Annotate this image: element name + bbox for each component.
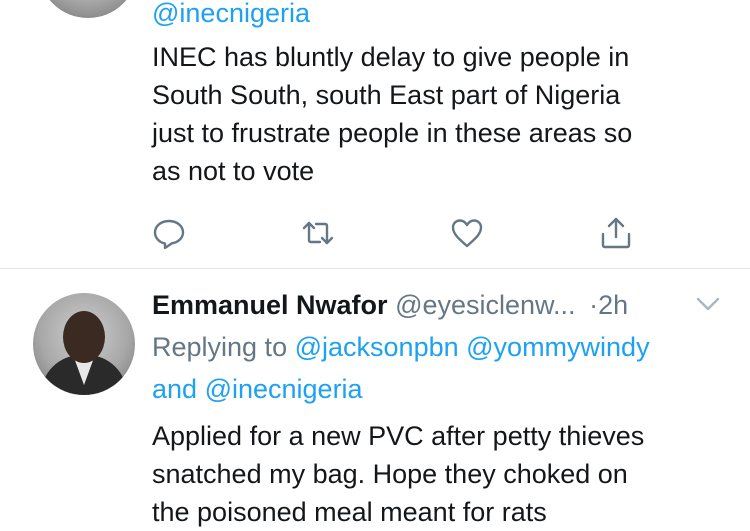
tweet-1-text: INEC has bluntly delay to give people in… xyxy=(152,38,632,190)
tweet-1-line-2: South South, south East part of Nigeria xyxy=(152,80,621,110)
avatar-1[interactable] xyxy=(38,0,138,18)
in-reply-handle[interactable]: @inecnigeria xyxy=(152,0,310,30)
like-icon xyxy=(451,219,483,248)
reply-handle-jacksonpbn[interactable]: @jacksonpbn xyxy=(295,332,459,362)
replying-label: Replying to xyxy=(152,332,288,362)
tweet-2-header: Emmanuel Nwafor @eyesiclenw... ·2h xyxy=(152,288,628,322)
avatar-face xyxy=(63,311,105,363)
retweet-button[interactable] xyxy=(301,216,335,250)
dot-separator: · xyxy=(589,290,599,320)
reply-icon xyxy=(153,219,185,250)
tweet-1-actions xyxy=(0,208,750,258)
tweet-2-text: Applied for a new PVC after petty thieve… xyxy=(152,417,644,531)
avatar-2[interactable] xyxy=(33,293,135,395)
tweet-1-line-1: INEC has bluntly delay to give people in xyxy=(152,42,630,72)
and-label: and xyxy=(152,374,198,404)
reply-button[interactable] xyxy=(152,216,186,250)
timestamp[interactable]: 2h xyxy=(598,290,628,320)
reply-handle-yommywindy[interactable]: @yommywindy xyxy=(466,332,649,362)
display-name[interactable]: Emmanuel Nwafor xyxy=(152,290,388,320)
reply-handle-inecnigeria[interactable]: @inecnigeria xyxy=(205,374,363,404)
tweet-1-line-4: as not to vote xyxy=(152,156,315,186)
tweet-1-line-3: just to frustrate people in these areas … xyxy=(152,118,633,148)
tweet-2-line-3: the poisoned meal meant for rats xyxy=(152,497,547,527)
like-button[interactable] xyxy=(450,216,484,250)
tweet-1[interactable]: @inecnigeria INEC has bluntly delay to g… xyxy=(0,0,750,268)
retweet-icon xyxy=(302,221,334,245)
tweet-2-line-2: snatched my bag. Hope they choked on xyxy=(152,459,628,489)
replying-to-line: Replying to @jacksonpbn @yommywindy xyxy=(152,330,650,364)
share-icon xyxy=(601,217,631,249)
chevron-down-icon[interactable] xyxy=(694,294,722,314)
user-handle[interactable]: @eyesiclenw... xyxy=(395,290,575,320)
share-button[interactable] xyxy=(599,216,633,250)
replying-to-line-2: and @inecnigeria xyxy=(152,372,363,406)
tweet-2-line-1: Applied for a new PVC after petty thieve… xyxy=(152,421,645,451)
